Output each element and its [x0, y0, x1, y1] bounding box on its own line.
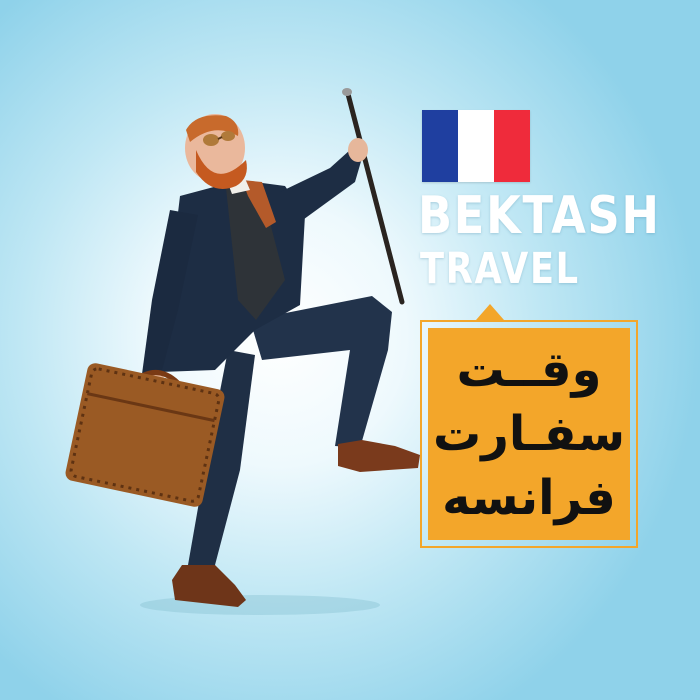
- raised-hand: [348, 138, 368, 162]
- front-shoe: [338, 440, 420, 472]
- cane-icon: [342, 88, 405, 305]
- callout-line-2: سفـارت: [432, 406, 626, 462]
- flag-stripe-white: [458, 110, 494, 182]
- callout-pointer: [476, 304, 504, 320]
- flag-stripe-blue: [422, 110, 458, 182]
- callout-line-1: وقــت: [456, 342, 602, 398]
- flag-stripe-red: [494, 110, 530, 182]
- callout-box: وقــت سفـارت فرانسه: [428, 328, 630, 540]
- brand-name: BEKTASH: [418, 186, 661, 246]
- briefcase-icon: [65, 363, 225, 507]
- callout-line-3: فرانسه: [442, 470, 616, 526]
- banner-background: BEKTASH TRAVEL وقــت سفـارت فرانسه: [0, 0, 700, 700]
- back-shoe: [172, 565, 246, 607]
- brand-subtitle: TRAVEL: [420, 244, 580, 294]
- france-flag-icon: [422, 110, 530, 182]
